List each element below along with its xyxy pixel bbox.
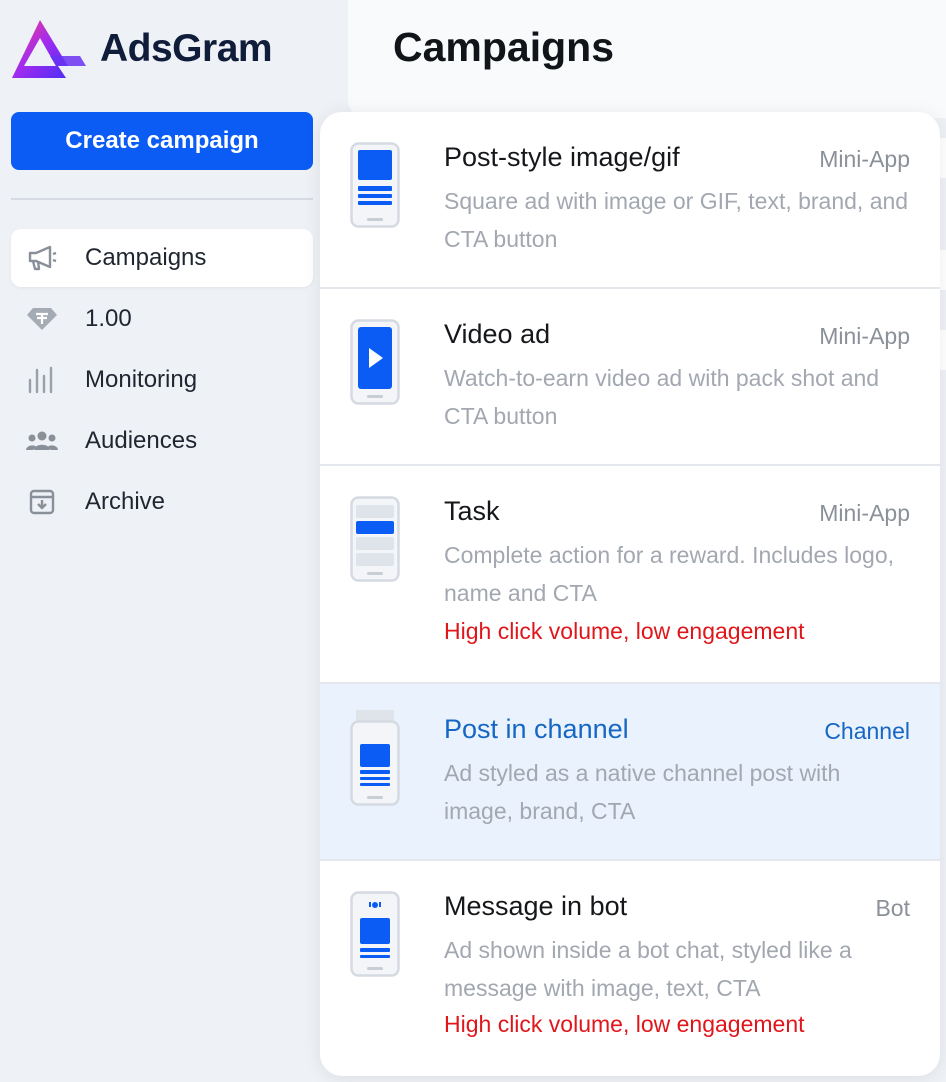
sidebar-item-campaigns[interactable]: Campaigns (11, 229, 313, 287)
main-header: Campaigns (348, 0, 946, 118)
option-description: Square ad with image or GIF, text, brand… (444, 188, 909, 252)
option-description: Ad shown inside a bot chat, styled like … (444, 937, 852, 1001)
campaign-type-option-task[interactable]: Task Mini-App Complete action for a rewa… (320, 466, 940, 684)
campaign-type-option-post-style[interactable]: Post-style image/gif Mini-App Square ad … (320, 112, 940, 289)
task-list-icon (350, 496, 400, 582)
page-title: Campaigns (393, 24, 614, 70)
option-title: Post-style image/gif (444, 142, 680, 172)
sidebar-item-label: Audiences (85, 427, 198, 454)
brand-logo[interactable]: AdsGram (10, 16, 273, 82)
sidebar-item-audiences[interactable]: Audiences (11, 412, 313, 470)
option-tag: Bot (875, 895, 910, 921)
sidebar-item-archive[interactable]: Archive (11, 473, 313, 531)
campaign-type-option-video[interactable]: Video ad Mini-App Watch-to-earn video ad… (320, 289, 940, 466)
video-play-icon (350, 319, 400, 405)
adsgram-logo-icon (12, 20, 86, 78)
sidebar: AdsGram Create campaign Campaigns 1.00 M… (0, 0, 348, 1082)
sidebar-item-label: Monitoring (85, 366, 198, 393)
sidebar-item-label: Archive (85, 488, 166, 515)
option-description: Ad styled as a native channel post with … (444, 760, 841, 824)
bot-message-icon (350, 891, 400, 977)
sidebar-item-monitoring[interactable]: Monitoring (11, 351, 313, 409)
channel-post-icon (350, 710, 400, 806)
option-title: Video ad (444, 319, 551, 349)
option-warning: High click volume, low engagement (444, 618, 805, 644)
campaign-type-option-bot-message[interactable]: Message in bot Bot Ad shown inside a bot… (320, 861, 940, 1076)
bar-chart-icon (25, 365, 59, 395)
option-tag: Mini-App (819, 500, 910, 526)
sidebar-item-label: 1.00 (85, 305, 132, 332)
option-title: Message in bot (444, 891, 628, 921)
sidebar-item-balance[interactable]: 1.00 (11, 290, 313, 348)
post-image-icon (350, 142, 400, 228)
campaign-type-dropdown: Post-style image/gif Mini-App Square ad … (320, 112, 940, 1076)
brand-name: AdsGram (100, 27, 273, 70)
campaign-type-option-channel-post[interactable]: Post in channel Channel Ad styled as a n… (320, 684, 940, 861)
option-title: Task (444, 496, 500, 526)
option-tag: Mini-App (819, 323, 910, 349)
option-tag: Mini-App (819, 146, 910, 172)
users-icon (25, 426, 59, 456)
option-tag: Channel (824, 718, 910, 744)
sidebar-nav: Campaigns 1.00 Monitoring Audiences Arch… (11, 229, 313, 534)
option-title: Post in channel (444, 714, 629, 744)
megaphone-icon (25, 243, 59, 273)
option-description: Watch-to-earn video ad with pack shot an… (444, 365, 880, 429)
diamond-icon (25, 304, 59, 334)
option-warning: High click volume, low engagement (444, 1011, 805, 1037)
option-description: Complete action for a reward. Includes l… (444, 542, 895, 606)
sidebar-divider (11, 198, 313, 200)
sidebar-item-label: Campaigns (85, 244, 207, 271)
archive-icon (25, 487, 59, 517)
create-campaign-button[interactable]: Create campaign (11, 112, 313, 170)
